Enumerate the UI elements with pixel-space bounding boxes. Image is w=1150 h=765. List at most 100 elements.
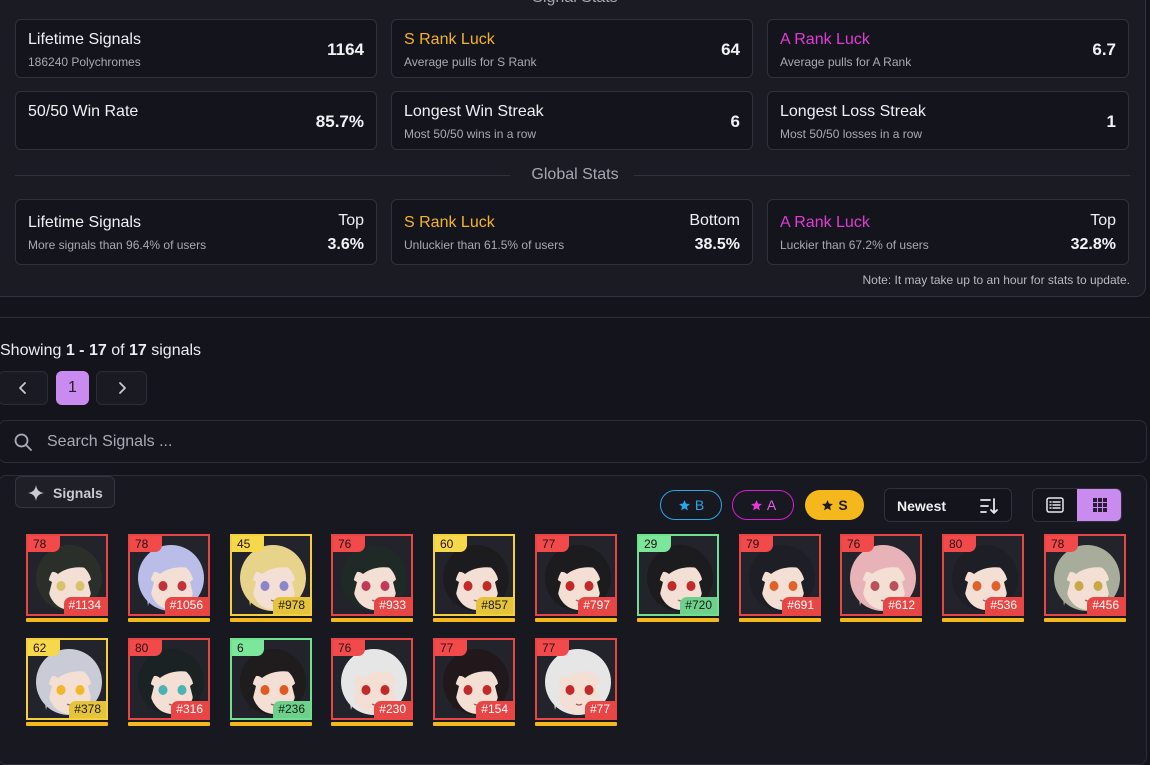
signal-tile[interactable]: 77 #77 [535, 638, 617, 720]
pity-count: 77 [537, 536, 569, 552]
stat-subtitle: Average pulls for A Rank [780, 55, 912, 69]
chevron-right-icon [118, 382, 126, 394]
signal-tile[interactable]: 80 #536 [942, 534, 1024, 616]
signal-stat-card: Longest Win Streak Most 50/50 wins in a r… [391, 91, 753, 150]
stat-title: A Rank Luck [780, 214, 870, 231]
signal-tile[interactable]: 79 #691 [739, 534, 821, 616]
pity-count: 76 [333, 536, 365, 552]
signal-number: #1056 [164, 597, 208, 614]
signal-tile[interactable]: 6 #236 [230, 638, 312, 720]
signal-tile[interactable]: 80 #316 [128, 638, 210, 720]
rank-bar [128, 722, 210, 726]
signal-stat-card: Longest Loss Streak Most 50/50 losses in … [767, 91, 1129, 150]
signals-tag: Signals [15, 476, 115, 508]
signal-number: #236 [273, 701, 310, 718]
filter-b-rank-button[interactable]: B [660, 490, 722, 520]
search-input[interactable]: Search Signals ... [47, 433, 172, 451]
rank-bar [637, 618, 719, 622]
signal-tile[interactable]: 78 #456 [1044, 534, 1126, 616]
stat-value: 1 [1106, 112, 1116, 131]
signal-number: #691 [782, 597, 819, 614]
sort-descending-icon [980, 498, 998, 514]
stat-title: S Rank Luck [404, 214, 495, 231]
signal-tile[interactable]: 45 #978 [230, 534, 312, 616]
signal-number: #857 [476, 597, 513, 614]
chevron-left-icon [19, 382, 26, 394]
pity-count: 76 [333, 640, 365, 656]
signal-number: #378 [69, 701, 106, 718]
signal-number: #978 [273, 597, 310, 614]
signal-tile[interactable]: 60 #857 [433, 534, 515, 616]
grid-icon [1092, 498, 1107, 512]
signal-tile[interactable]: 62 #378 [26, 638, 108, 720]
pity-count: 45 [232, 536, 264, 552]
rank-bar [535, 618, 617, 622]
pity-count: 80 [944, 536, 976, 552]
next-page-button[interactable] [96, 371, 147, 405]
stat-subtitle: Luckier than 67.2% of users [780, 238, 929, 252]
rank-bar [230, 722, 312, 726]
stat-subtitle: More signals than 96.4% of users [28, 238, 207, 252]
stat-value: 38.5% [694, 236, 740, 253]
stat-value: 85.7% [315, 112, 364, 131]
rank-bar [230, 618, 312, 622]
rank-bar [535, 722, 617, 726]
signal-number: #933 [374, 597, 411, 614]
global-stats-heading: Global Stats [531, 166, 619, 183]
stat-subtitle: Unluckier than 61.5% of users [404, 238, 565, 252]
signal-stats-heading: Signal Stats [0, 0, 1150, 8]
prev-page-button[interactable] [0, 371, 48, 405]
signal-tile[interactable]: 78 #1056 [128, 534, 210, 616]
star-icon [822, 499, 834, 510]
global-stat-card: S Rank Luck Unluckier than 61.5% of users… [391, 199, 753, 265]
signal-tile[interactable]: 76 #933 [331, 534, 413, 616]
stat-rank-label: Top [338, 212, 364, 229]
filter-s-rank-button[interactable]: S [805, 490, 864, 520]
stat-rank-label: Bottom [689, 212, 740, 229]
search-box[interactable]: Search Signals ... [0, 420, 1147, 463]
pity-count: 62 [28, 640, 60, 656]
stat-value: 6.7 [1092, 40, 1116, 59]
signal-tile[interactable]: 76 #612 [840, 534, 922, 616]
signal-stat-card: S Rank Luck Average pulls for S Rank 64 [391, 19, 753, 78]
grid-view-button[interactable] [1077, 489, 1121, 521]
pity-count: 77 [537, 640, 569, 656]
stat-title: S Rank Luck [404, 31, 495, 48]
pity-count: 79 [741, 536, 773, 552]
rank-bar [331, 618, 413, 622]
pity-count: 80 [130, 640, 162, 656]
stat-title: Lifetime Signals [28, 214, 141, 231]
pity-count: 78 [130, 536, 162, 552]
stat-subtitle: 186240 Polychromes [28, 55, 141, 69]
section-divider [0, 317, 1150, 318]
stat-subtitle: Most 50/50 losses in a row [780, 127, 923, 141]
filter-a-rank-button[interactable]: A [732, 490, 794, 520]
signal-tile[interactable]: 77 #154 [433, 638, 515, 720]
rank-bar [331, 722, 413, 726]
stat-title: A Rank Luck [780, 31, 870, 48]
sparkle-icon [28, 485, 44, 501]
view-toggle [1032, 488, 1122, 522]
rank-bar [26, 618, 108, 622]
signal-tile[interactable]: 78 #1134 [26, 534, 108, 616]
search-icon [14, 433, 32, 451]
pity-count: 60 [435, 536, 467, 552]
list-view-button[interactable] [1033, 489, 1077, 521]
signal-number: #536 [985, 597, 1022, 614]
stat-title: 50/50 Win Rate [28, 103, 139, 120]
page-button-current[interactable]: 1 [56, 371, 89, 405]
global-stat-card: A Rank Luck Luckier than 67.2% of users To… [767, 199, 1129, 265]
rank-bar [1044, 618, 1126, 622]
stat-value: 1164 [327, 40, 364, 59]
stat-subtitle: Most 50/50 wins in a row [404, 127, 537, 141]
signal-number: #720 [680, 597, 717, 614]
sort-select[interactable]: Newest [884, 488, 1012, 522]
stat-title: Longest Win Streak [404, 103, 544, 120]
signal-tile[interactable]: 77 #797 [535, 534, 617, 616]
signal-number: #316 [171, 701, 208, 718]
signal-tile[interactable]: 76 #230 [331, 638, 413, 720]
stat-title: Lifetime Signals [28, 31, 141, 48]
pity-count: 76 [842, 536, 874, 552]
stat-subtitle: Average pulls for S Rank [404, 55, 537, 69]
signal-tile[interactable]: 29 #720 [637, 534, 719, 616]
